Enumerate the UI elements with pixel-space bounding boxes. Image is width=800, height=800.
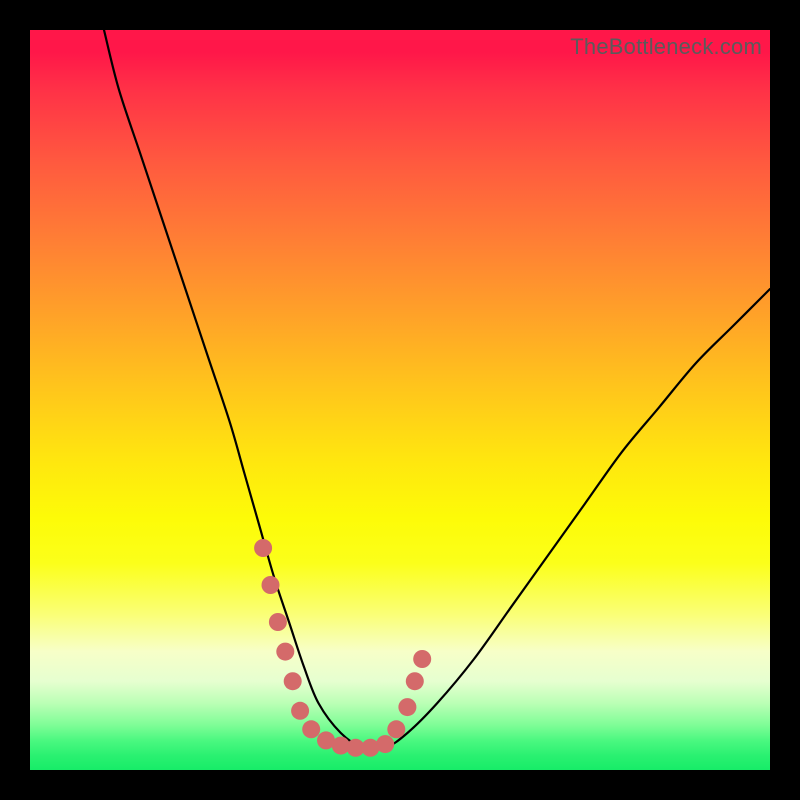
curve-marker (387, 720, 405, 738)
curve-marker (254, 539, 272, 557)
plot-area: TheBottleneck.com (30, 30, 770, 770)
curve-marker (413, 650, 431, 668)
curve-marker (398, 698, 416, 716)
bottleneck-curve-svg (30, 30, 770, 770)
curve-marker (291, 702, 309, 720)
curve-marker (269, 613, 287, 631)
curve-marker (284, 672, 302, 690)
watermark-text: TheBottleneck.com (570, 34, 762, 60)
curve-marker (276, 643, 294, 661)
bottleneck-curve-path (104, 30, 770, 750)
curve-marker (376, 735, 394, 753)
chart-frame: TheBottleneck.com (0, 0, 800, 800)
curve-marker (302, 720, 320, 738)
curve-marker (262, 576, 280, 594)
curve-markers (254, 539, 431, 757)
curve-marker (406, 672, 424, 690)
